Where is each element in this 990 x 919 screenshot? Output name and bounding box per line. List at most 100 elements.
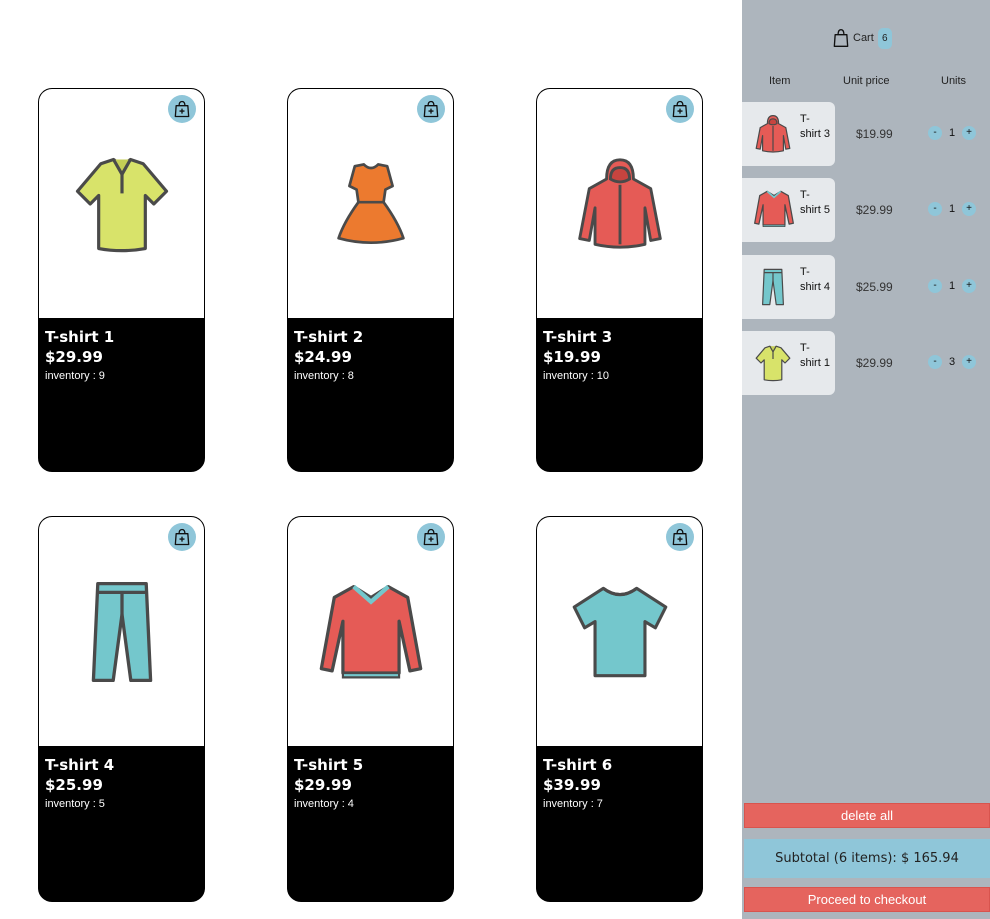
jeans-icon [67, 577, 177, 687]
add-to-cart-button[interactable] [666, 523, 694, 551]
increase-quantity-button[interactable]: + [962, 126, 976, 140]
hoodie-icon [753, 112, 793, 156]
product-card: T-shirt 4 $25.99 inventory : 5 [38, 516, 205, 902]
quantity-value: 1 [948, 127, 956, 139]
cart-label: Cart [853, 32, 874, 44]
product-price: $29.99 [45, 348, 103, 366]
product-inventory: inventory : 4 [294, 798, 354, 810]
polo-shirt-icon [69, 151, 175, 257]
product-name: T-shirt 3 [543, 328, 613, 346]
product-image-area [537, 517, 702, 746]
cart-item-unit-price: $19.99 [856, 127, 893, 141]
decrease-quantity-button[interactable]: - [928, 279, 942, 293]
product-card: T-shirt 1 $29.99 inventory : 9 [38, 88, 205, 472]
quantity-value: 3 [948, 356, 956, 368]
cart-item-title: T-shirt 1 [800, 342, 830, 369]
cart-item-thumbnail: T-shirt 1 [742, 331, 835, 395]
quantity-value: 1 [948, 280, 956, 292]
product-name: T-shirt 6 [543, 756, 613, 774]
product-info: T-shirt 2 $24.99 inventory : 8 [294, 327, 447, 384]
add-to-bag-icon [172, 527, 192, 547]
column-header-units: Units [941, 75, 967, 87]
product-price: $24.99 [294, 348, 352, 366]
sweater-icon [315, 578, 427, 686]
product-card: T-shirt 2 $24.99 inventory : 8 [287, 88, 454, 472]
increase-quantity-button[interactable]: + [962, 279, 976, 293]
decrease-quantity-button[interactable]: - [928, 126, 942, 140]
shopping-bag-icon [831, 26, 851, 50]
product-inventory: inventory : 9 [45, 370, 105, 382]
cart-item-row: T-shirt 3 $19.99 - 1 + [742, 102, 990, 166]
quantity-value: 1 [948, 203, 956, 215]
increase-quantity-button[interactable]: + [962, 202, 976, 216]
quantity-stepper: - 3 + [928, 355, 976, 369]
product-inventory: inventory : 10 [543, 370, 610, 382]
add-to-cart-button[interactable] [417, 95, 445, 123]
product-name: T-shirt 1 [45, 328, 115, 346]
quantity-stepper: - 1 + [928, 202, 976, 216]
add-to-bag-icon [421, 99, 441, 119]
product-price: $25.99 [45, 776, 103, 794]
cart-item-title: T-shirt 3 [800, 113, 830, 140]
increase-quantity-button[interactable]: + [962, 355, 976, 369]
product-inventory: inventory : 5 [45, 798, 105, 810]
add-to-cart-button[interactable] [417, 523, 445, 551]
add-to-cart-button[interactable] [168, 95, 196, 123]
add-to-bag-icon [421, 527, 441, 547]
product-info: T-shirt 6 $39.99 inventory : 7 [543, 755, 696, 812]
cart-item-unit-price: $25.99 [856, 280, 893, 294]
cart-item-row: T-shirt 5 $29.99 - 1 + [742, 178, 990, 242]
product-info: T-shirt 1 $29.99 inventory : 9 [45, 327, 198, 384]
cart-item-unit-price: $29.99 [856, 356, 893, 370]
product-image-area [288, 89, 453, 318]
add-to-bag-icon [172, 99, 192, 119]
sweater-icon [753, 188, 795, 230]
delete-all-button[interactable]: delete all [744, 803, 990, 828]
product-grid: T-shirt 1 $29.99 inventory : 9 T-shirt 2… [0, 0, 742, 919]
product-image-area [537, 89, 702, 318]
product-image-area [39, 89, 204, 318]
cart-item-row: T-shirt 1 $29.99 - 3 + [742, 331, 990, 395]
product-card: T-shirt 6 $39.99 inventory : 7 [536, 516, 703, 902]
tshirt-icon [568, 579, 672, 685]
add-to-cart-button[interactable] [168, 523, 196, 551]
product-inventory: inventory : 7 [543, 798, 603, 810]
product-price: $29.99 [294, 776, 352, 794]
cart-item-row: T-shirt 4 $25.99 - 1 + [742, 255, 990, 319]
column-header-unit-price: Unit price [843, 75, 890, 87]
column-header-item: Item [769, 75, 791, 87]
product-info: T-shirt 4 $25.99 inventory : 5 [45, 755, 198, 812]
decrease-quantity-button[interactable]: - [928, 202, 942, 216]
checkout-button[interactable]: Proceed to checkout [744, 887, 990, 912]
product-card: T-shirt 5 $29.99 inventory : 4 [287, 516, 454, 902]
dress-icon [326, 151, 416, 257]
decrease-quantity-button[interactable]: - [928, 355, 942, 369]
cart-item-unit-price: $29.99 [856, 203, 893, 217]
product-info: T-shirt 3 $19.99 inventory : 10 [543, 327, 696, 384]
product-image-area [288, 517, 453, 746]
product-name: T-shirt 5 [294, 756, 364, 774]
product-image-area [39, 517, 204, 746]
polo-shirt-icon [753, 341, 793, 385]
hoodie-icon [572, 148, 668, 260]
add-to-bag-icon [670, 99, 690, 119]
cart-item-thumbnail: T-shirt 3 [742, 102, 835, 166]
add-to-cart-button[interactable] [666, 95, 694, 123]
product-info: T-shirt 5 $29.99 inventory : 4 [294, 755, 447, 812]
quantity-stepper: - 1 + [928, 126, 976, 140]
quantity-stepper: - 1 + [928, 279, 976, 293]
jeans-icon [753, 265, 793, 309]
cart-item-thumbnail: T-shirt 5 [742, 178, 835, 242]
product-price: $39.99 [543, 776, 601, 794]
cart-header[interactable]: Cart 6 [831, 26, 892, 50]
product-name: T-shirt 4 [45, 756, 115, 774]
cart-item-thumbnail: T-shirt 4 [742, 255, 835, 319]
cart-count-badge: 6 [877, 27, 892, 49]
product-name: T-shirt 2 [294, 328, 364, 346]
cart-item-title: T-shirt 4 [800, 266, 830, 293]
add-to-bag-icon [670, 527, 690, 547]
cart-item-title: T-shirt 5 [800, 189, 830, 216]
product-card: T-shirt 3 $19.99 inventory : 10 [536, 88, 703, 472]
product-price: $19.99 [543, 348, 601, 366]
product-inventory: inventory : 8 [294, 370, 354, 382]
